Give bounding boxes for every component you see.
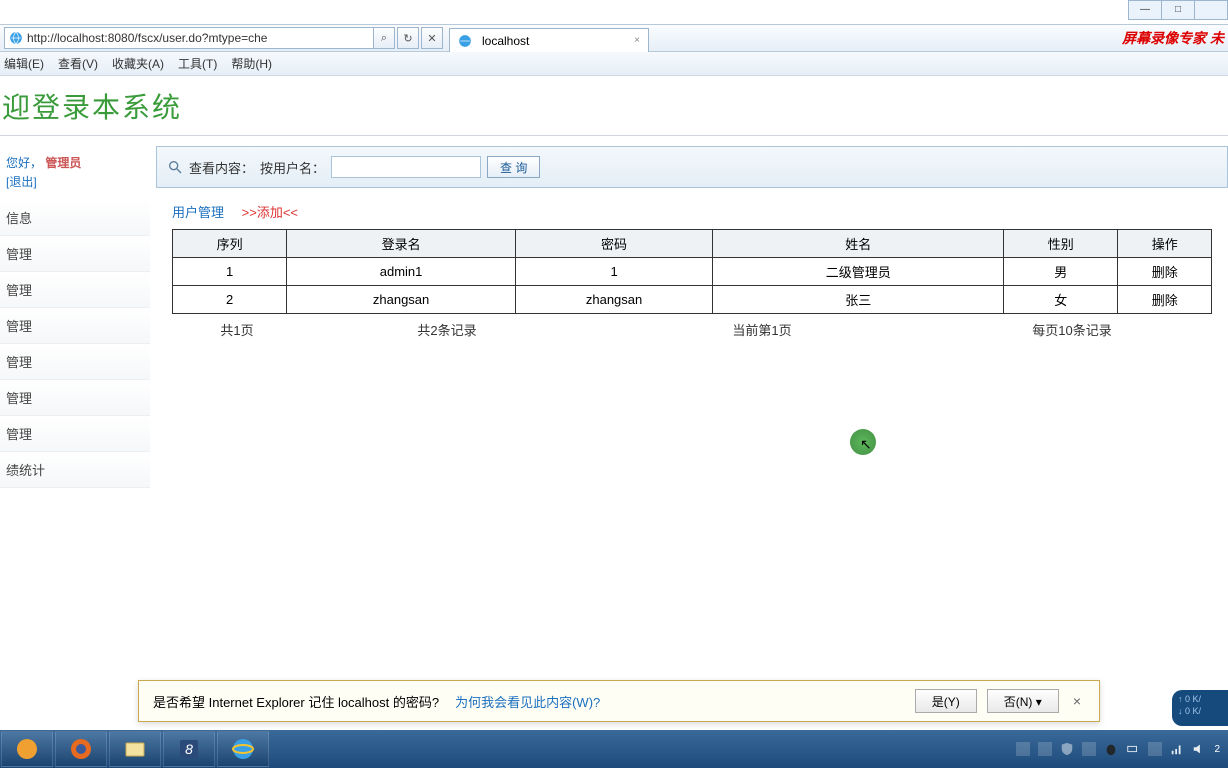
menu-edit[interactable]: 编辑(E) <box>4 55 44 72</box>
taskbar-explorer[interactable] <box>109 731 161 767</box>
sidebar-item[interactable]: 绩统计 <box>0 452 150 488</box>
tray-flag-icon[interactable] <box>1016 742 1030 756</box>
total-pages: 共1页 <box>172 320 302 339</box>
svg-text:8: 8 <box>185 741 193 757</box>
sidebar-item[interactable]: 管理 <box>0 308 150 344</box>
cursor-highlight <box>850 429 876 455</box>
menu-help[interactable]: 帮助(H) <box>231 55 272 72</box>
tray-action-icon[interactable] <box>1038 742 1052 756</box>
ie-icon <box>9 31 23 45</box>
sidebar-item[interactable]: 信息 <box>0 200 150 236</box>
total-records: 共2条记录 <box>302 320 592 339</box>
sidebar: 您好， 管理员 [退出] 信息 管理 管理 管理 管理 管理 管理 绩统计 <box>0 146 150 728</box>
tray-wifi-icon[interactable] <box>1170 742 1184 756</box>
tray-volume-icon[interactable] <box>1192 742 1206 756</box>
section-header: 用户管理 >>添加<< <box>156 188 1228 229</box>
magnifier-icon <box>167 159 183 175</box>
menu-bar: 编辑(E) 查看(V) 收藏夹(A) 工具(T) 帮助(H) <box>0 52 1228 76</box>
page-header: 迎登录本系统 <box>0 76 1228 136</box>
yes-button[interactable]: 是(Y) <box>915 689 977 713</box>
search-bar: 查看内容： 按用户名： 查 询 <box>156 146 1228 188</box>
col-password: 密码 <box>515 230 712 258</box>
sidebar-item[interactable]: 管理 <box>0 380 150 416</box>
pagination-info: 共1页 共2条记录 当前第1页 每页10条记录 <box>156 314 1228 345</box>
col-gender: 性别 <box>1004 230 1118 258</box>
table-row: 1 admin1 1 二级管理员 男 删除 <box>173 258 1212 286</box>
url-text: http://localhost:8080/fscx/user.do?mtype… <box>27 31 267 45</box>
refresh-icon[interactable]: ↻ <box>397 27 419 49</box>
network-speed-widget: ↑ 0 K/ ↓ 0 K/ <box>1172 690 1228 726</box>
sidebar-greeting: 您好， 管理员 <box>0 146 150 173</box>
delete-link[interactable]: 删除 <box>1118 258 1212 286</box>
stop-icon[interactable]: ✕ <box>421 27 443 49</box>
window-controls: — □ <box>1128 0 1228 20</box>
delete-link[interactable]: 删除 <box>1118 286 1212 314</box>
table-row: 2 zhangsan zhangsan 张三 女 删除 <box>173 286 1212 314</box>
address-bar: http://localhost:8080/fscx/user.do?mtype… <box>0 24 1228 52</box>
table-header-row: 序列 登录名 密码 姓名 性别 操作 <box>173 230 1212 258</box>
tray-qq-icon[interactable] <box>1104 742 1118 756</box>
tab-close-icon[interactable]: × <box>634 35 640 46</box>
menu-tools[interactable]: 工具(T) <box>178 55 217 72</box>
sidebar-item[interactable]: 管理 <box>0 344 150 380</box>
taskbar-start[interactable] <box>1 731 53 767</box>
username-input[interactable] <box>331 156 481 178</box>
notif-close-icon[interactable]: × <box>1069 693 1085 709</box>
taskbar-firefox[interactable] <box>55 731 107 767</box>
password-save-bar: 是否希望 Internet Explorer 记住 localhost 的密码?… <box>138 680 1100 722</box>
maximize-button[interactable]: □ <box>1161 1 1194 19</box>
minimize-button[interactable]: — <box>1129 1 1161 19</box>
user-table: 序列 登录名 密码 姓名 性别 操作 1 admin1 1 二级管理员 男 删除… <box>172 229 1212 314</box>
col-action: 操作 <box>1118 230 1212 258</box>
url-field[interactable]: http://localhost:8080/fscx/user.do?mtype… <box>4 27 374 49</box>
close-button[interactable] <box>1194 1 1227 19</box>
section-title: 用户管理 <box>172 205 224 220</box>
search-label: 查看内容： <box>189 158 254 177</box>
cursor-icon: ↖ <box>860 436 872 453</box>
current-role: 管理员 <box>45 156 81 170</box>
add-link[interactable]: >>添加<< <box>242 205 298 220</box>
search-by-label: 按用户名： <box>260 158 325 177</box>
menu-view[interactable]: 查看(V) <box>58 55 98 72</box>
col-login: 登录名 <box>287 230 516 258</box>
main-content: 查看内容： 按用户名： 查 询 用户管理 >>添加<< 序列 登录名 密码 姓名… <box>156 146 1228 728</box>
no-button[interactable]: 否(N) ▾ <box>987 689 1059 713</box>
col-seq: 序列 <box>173 230 287 258</box>
tray-input-icon[interactable] <box>1148 742 1162 756</box>
taskbar: 8 2 <box>0 730 1228 768</box>
sidebar-item[interactable]: 管理 <box>0 236 150 272</box>
sidebar-item[interactable]: 管理 <box>0 272 150 308</box>
clock[interactable]: 2 <box>1214 744 1220 755</box>
system-tray: 2 <box>1016 742 1228 756</box>
col-name: 姓名 <box>713 230 1004 258</box>
notif-message: 是否希望 Internet Explorer 记住 localhost 的密码? <box>153 692 439 711</box>
tray-battery-icon[interactable] <box>1126 742 1140 756</box>
current-page: 当前第1页 <box>592 320 932 339</box>
search-icon[interactable]: ⌕ <box>373 27 395 49</box>
per-page: 每页10条记录 <box>932 320 1212 339</box>
tray-shield-icon[interactable] <box>1060 742 1074 756</box>
page-title: 迎登录本系统 <box>2 86 182 126</box>
menu-favorites[interactable]: 收藏夹(A) <box>112 55 164 72</box>
watermark-text: 屏幕录像专家 未 <box>1122 28 1224 48</box>
ie-icon <box>458 34 472 48</box>
tray-network-icon[interactable] <box>1082 742 1096 756</box>
notif-help-link[interactable]: 为何我会看见此内容(W)? <box>455 692 600 711</box>
sidebar-item[interactable]: 管理 <box>0 416 150 452</box>
logout-link[interactable]: [退出] <box>0 173 150 200</box>
browser-tab[interactable]: localhost × <box>449 28 649 52</box>
taskbar-app[interactable]: 8 <box>163 731 215 767</box>
taskbar-ie[interactable] <box>217 731 269 767</box>
search-button[interactable]: 查 询 <box>487 156 540 178</box>
tab-title: localhost <box>482 34 529 48</box>
